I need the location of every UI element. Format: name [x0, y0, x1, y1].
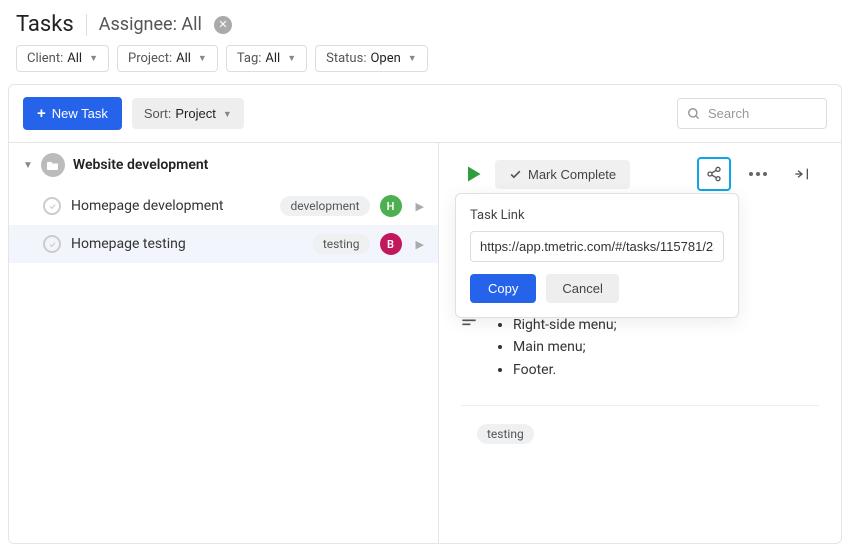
- task-link-popover: Task Link Copy Cancel: [455, 193, 739, 318]
- filter-row: Client: All ▼ Project: All ▼ Tag: All ▼ …: [0, 45, 850, 84]
- dots-icon: [749, 172, 767, 176]
- chevron-down-icon: ▼: [408, 53, 417, 64]
- plus-icon: +: [37, 105, 46, 122]
- avatar: H: [380, 195, 402, 217]
- client-filter[interactable]: Client: All ▼: [16, 45, 109, 72]
- title-divider: [86, 14, 87, 36]
- chevron-down-icon: ▼: [23, 160, 33, 171]
- project-group-header[interactable]: ▼ Website development: [9, 143, 438, 187]
- task-name: Homepage development: [71, 198, 270, 214]
- task-name: Homepage testing: [71, 236, 303, 252]
- start-timer-button[interactable]: [461, 162, 485, 186]
- divider: [461, 405, 819, 406]
- task-link-input[interactable]: [470, 231, 724, 262]
- chevron-down-icon: ▼: [198, 53, 207, 64]
- task-list: ▼ Website development Homepage developme…: [9, 143, 439, 543]
- chevron-down-icon: ▼: [287, 53, 296, 64]
- avatar: B: [380, 233, 402, 255]
- assignee-filter[interactable]: Assignee: All: [99, 14, 202, 35]
- search-icon: [687, 107, 701, 121]
- task-row[interactable]: Homepage testing testing B ▶: [9, 225, 438, 263]
- folder-icon: [41, 153, 65, 177]
- project-filter[interactable]: Project: All ▼: [117, 45, 218, 72]
- filter-value: Open: [370, 51, 400, 66]
- list-item: Main menu;: [513, 336, 617, 358]
- search-wrap: [677, 98, 827, 129]
- filter-label: Status:: [326, 51, 366, 66]
- check-icon: [509, 168, 522, 181]
- sort-value: Project: [175, 106, 215, 121]
- status-filter[interactable]: Status: Open ▼: [315, 45, 428, 72]
- sort-label: Sort:: [144, 106, 171, 121]
- main-panel: + New Task Sort: Project ▼ ▼ Website dev…: [8, 84, 842, 544]
- share-button[interactable]: [697, 157, 731, 191]
- task-tag: testing: [313, 234, 370, 254]
- chevron-down-icon: ▼: [223, 109, 232, 119]
- filter-label: Tag:: [237, 51, 262, 66]
- tag-filter[interactable]: Tag: All ▼: [226, 45, 307, 72]
- collapse-panel-button[interactable]: [785, 157, 819, 191]
- button-label: Mark Complete: [528, 167, 616, 182]
- task-tag[interactable]: testing: [477, 424, 534, 444]
- group-name: Website development: [73, 157, 208, 173]
- chevron-down-icon: ▼: [89, 53, 98, 64]
- popover-title: Task Link: [470, 208, 724, 223]
- list-item: Footer.: [513, 359, 617, 381]
- new-task-button[interactable]: + New Task: [23, 97, 122, 130]
- filter-value: All: [176, 51, 191, 66]
- filter-value: All: [265, 51, 280, 66]
- filter-value: All: [67, 51, 82, 66]
- more-options-button[interactable]: [741, 157, 775, 191]
- play-icon[interactable]: ▶: [416, 238, 424, 251]
- clear-assignee-icon[interactable]: ✕: [214, 16, 232, 34]
- complete-circle-icon[interactable]: [43, 197, 61, 215]
- mark-complete-button[interactable]: Mark Complete: [495, 160, 630, 189]
- copy-button[interactable]: Copy: [470, 274, 536, 303]
- button-label: New Task: [52, 106, 108, 121]
- description-list: Right-side menu; Main menu; Footer.: [513, 314, 617, 381]
- play-icon[interactable]: ▶: [416, 200, 424, 213]
- complete-circle-icon[interactable]: [43, 235, 61, 253]
- sort-button[interactable]: Sort: Project ▼: [132, 98, 244, 129]
- task-tag: development: [280, 196, 369, 216]
- cancel-button[interactable]: Cancel: [546, 274, 618, 303]
- task-row[interactable]: Homepage development development H ▶: [9, 187, 438, 225]
- filter-label: Project:: [128, 51, 172, 66]
- filter-label: Client:: [27, 51, 63, 66]
- collapse-right-icon: [794, 166, 810, 182]
- share-icon: [706, 166, 722, 182]
- task-detail-pane: Mark Complete H Pr As Task Link: [439, 143, 841, 543]
- page-title: Tasks: [16, 12, 74, 37]
